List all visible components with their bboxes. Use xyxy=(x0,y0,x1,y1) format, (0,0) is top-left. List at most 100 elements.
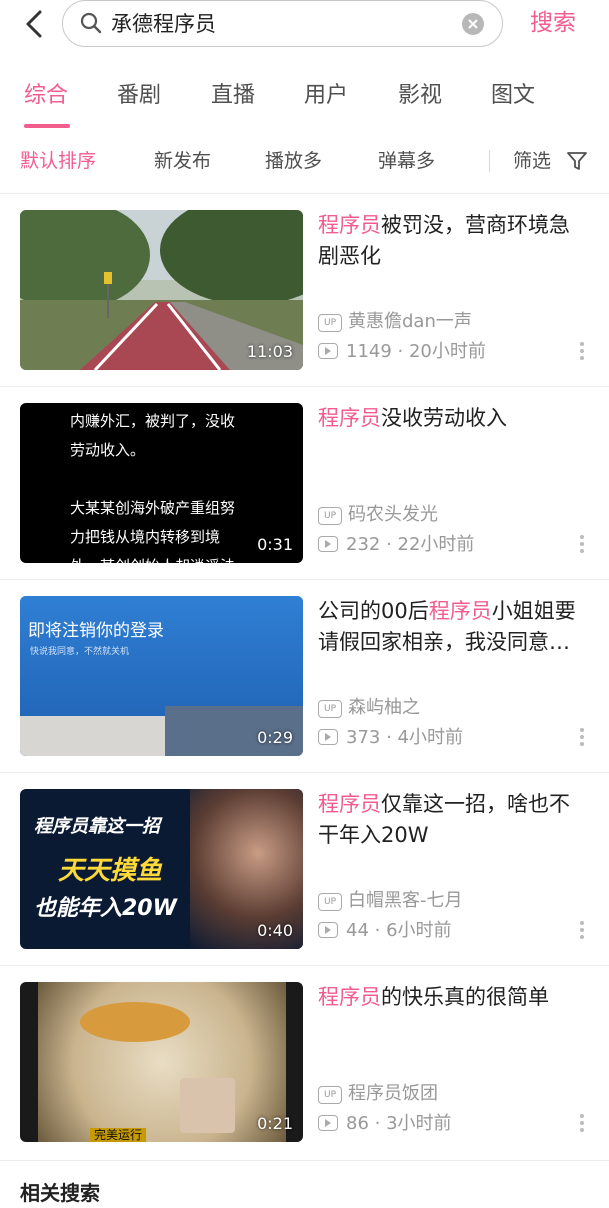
play-count-icon xyxy=(318,536,338,552)
thumbnail-caption-line1: 程序员靠这一招 xyxy=(34,816,160,837)
search-input[interactable]: 承德程序员 xyxy=(62,0,503,47)
play-count: 1149 xyxy=(346,341,392,362)
top-bar: 承德程序员 搜索 xyxy=(0,0,609,52)
tab-bangumi[interactable]: 番剧 xyxy=(117,82,161,110)
active-tab-indicator xyxy=(24,124,70,128)
video-duration: 0:40 xyxy=(257,921,293,940)
search-query: 承德程序员 xyxy=(111,12,216,36)
up-badge-icon: UP xyxy=(318,1086,342,1104)
result-item[interactable]: 完美运行 0:21 程序员的快乐真的很简单 UP 程序员饭团 86 · 3小时前 xyxy=(0,966,609,1159)
video-thumbnail[interactable]: 完美运行 0:21 xyxy=(20,982,303,1142)
video-title[interactable]: 程序员仅靠这一招，啥也不干年入20W xyxy=(318,789,590,851)
up-badge-icon: UP xyxy=(318,893,342,911)
sort-most-danmaku[interactable]: 弹幕多 xyxy=(378,148,435,174)
video-title[interactable]: 程序员没收劳动收入 xyxy=(318,403,590,434)
video-title[interactable]: 程序员的快乐真的很简单 xyxy=(318,982,590,1013)
result-item[interactable]: 程序员靠这一招 天天摸鱼 也能年入20W 0:40 程序员仅靠这一招，啥也不干年… xyxy=(0,773,609,966)
category-tabs: 综合 番剧 直播 用户 影视 图文 xyxy=(0,72,609,132)
thumbnail-caption-line3: 也能年入20W xyxy=(34,896,177,921)
play-count-icon xyxy=(318,1115,338,1131)
video-stats: 86 · 3小时前 xyxy=(318,1112,452,1136)
more-options-icon[interactable] xyxy=(578,533,586,555)
filter-icon[interactable] xyxy=(566,150,588,172)
uploader-name: 码农头发光 xyxy=(348,504,438,525)
sort-most-played[interactable]: 播放多 xyxy=(265,148,322,174)
video-thumbnail[interactable]: 程序员靠这一招 天天摸鱼 也能年入20W 0:40 xyxy=(20,789,303,949)
more-options-icon[interactable] xyxy=(578,1112,586,1134)
play-count-icon xyxy=(318,343,338,359)
video-duration: 0:31 xyxy=(257,535,293,554)
tab-all[interactable]: 综合 xyxy=(24,82,68,110)
play-count: 232 xyxy=(346,534,381,555)
sort-default[interactable]: 默认排序 xyxy=(20,148,96,174)
publish-time: 4小时前 xyxy=(397,727,463,748)
thumbnail-caption: 完美运行 xyxy=(90,1128,147,1142)
tab-articles[interactable]: 图文 xyxy=(491,82,535,110)
uploader-name: 黄惠儋dan一声 xyxy=(348,311,472,332)
video-duration: 0:29 xyxy=(257,728,293,747)
video-stats: 373 · 4小时前 xyxy=(318,726,463,750)
result-item[interactable]: 即将注销你的登录 快说我同意，不然就关机 0:29 公司的00后程序员小姐姐要请… xyxy=(0,580,609,773)
search-button[interactable]: 搜索 xyxy=(530,8,576,38)
uploader[interactable]: UP 白帽黑客-七月 xyxy=(318,889,463,913)
publish-time: 22小时前 xyxy=(397,534,475,555)
uploader-name: 白帽黑客-七月 xyxy=(348,890,463,911)
tab-movies[interactable]: 影视 xyxy=(398,82,442,110)
play-count-icon xyxy=(318,729,338,745)
up-badge-icon: UP xyxy=(318,314,342,332)
title-text: 的快乐真的很简单 xyxy=(381,985,549,1009)
video-duration: 11:03 xyxy=(246,342,293,361)
video-thumbnail[interactable]: 即将注销你的登录 快说我同意，不然就关机 0:29 xyxy=(20,596,303,756)
divider xyxy=(0,1160,609,1161)
video-stats: 44 · 6小时前 xyxy=(318,919,452,943)
play-count: 86 xyxy=(346,1113,369,1134)
publish-time: 20小时前 xyxy=(408,341,486,362)
uploader[interactable]: UP 森屿柚之 xyxy=(318,696,420,720)
filter-button[interactable]: 筛选 xyxy=(513,148,551,174)
title-highlight: 程序员 xyxy=(428,599,492,623)
title-highlight: 程序员 xyxy=(318,985,381,1009)
video-title[interactable]: 程序员被罚没，营商环境急剧恶化 xyxy=(318,210,590,272)
more-options-icon[interactable] xyxy=(578,340,586,362)
play-count: 44 xyxy=(346,920,369,941)
back-arrow-icon[interactable] xyxy=(20,6,50,42)
up-badge-icon: UP xyxy=(318,507,342,525)
tab-live[interactable]: 直播 xyxy=(211,82,255,110)
tab-users[interactable]: 用户 xyxy=(304,82,348,110)
uploader[interactable]: UP 码农头发光 xyxy=(318,503,438,527)
uploader-name: 程序员饭团 xyxy=(348,1083,438,1104)
thumbnail-caption: 即将注销你的登录 xyxy=(28,621,164,641)
title-text: 没收劳动收入 xyxy=(381,406,507,430)
uploader[interactable]: UP 黄惠儋dan一声 xyxy=(318,310,472,334)
video-duration: 0:21 xyxy=(257,1114,293,1133)
result-item[interactable]: 内赚外汇，被判了，没收 劳动收入。 大某某创海外破产重组努 力把钱从境内转移到境… xyxy=(0,387,609,580)
title-highlight: 程序员 xyxy=(318,406,381,430)
title-prefix: 公司的00后 xyxy=(318,599,429,623)
uploader[interactable]: UP 程序员饭团 xyxy=(318,1082,438,1106)
video-thumbnail[interactable]: 11:03 xyxy=(20,210,303,370)
play-count: 373 xyxy=(346,727,381,748)
video-title[interactable]: 公司的00后程序员小姐姐要请假回家相亲，我没同意她竟然... xyxy=(318,596,590,658)
video-thumbnail[interactable]: 内赚外汇，被判了，没收 劳动收入。 大某某创海外破产重组努 力把钱从境内转移到境… xyxy=(20,403,303,563)
more-options-icon[interactable] xyxy=(578,726,586,748)
sort-newest[interactable]: 新发布 xyxy=(154,148,211,174)
title-highlight: 程序员 xyxy=(318,213,381,237)
publish-time: 6小时前 xyxy=(386,920,452,941)
uploader-name: 森屿柚之 xyxy=(348,697,420,718)
video-stats: 1149 · 20小时前 xyxy=(318,340,486,364)
result-item[interactable]: 11:03 程序员被罚没，营商环境急剧恶化 UP 黄惠儋dan一声 1149 · … xyxy=(0,194,609,387)
play-count-icon xyxy=(318,922,338,938)
sort-bar: 默认排序 新发布 播放多 弹幕多 筛选 xyxy=(0,138,609,186)
publish-time: 3小时前 xyxy=(386,1113,452,1134)
sort-divider xyxy=(489,150,490,172)
thumbnail-subcaption: 快说我同意，不然就关机 xyxy=(30,647,130,657)
thumbnail-caption: 内赚外汇，被判了，没收 劳动收入。 大某某创海外破产重组努 力把钱从境内转移到境… xyxy=(70,412,236,563)
clear-icon[interactable] xyxy=(462,13,484,35)
more-options-icon[interactable] xyxy=(578,919,586,941)
up-badge-icon: UP xyxy=(318,700,342,718)
thumbnail-caption-line2: 天天摸鱼 xyxy=(58,856,163,886)
search-icon xyxy=(80,12,102,34)
video-stats: 232 · 22小时前 xyxy=(318,533,474,557)
related-searches-heading: 相关搜索 xyxy=(20,1181,100,1205)
title-highlight: 程序员 xyxy=(318,792,381,816)
